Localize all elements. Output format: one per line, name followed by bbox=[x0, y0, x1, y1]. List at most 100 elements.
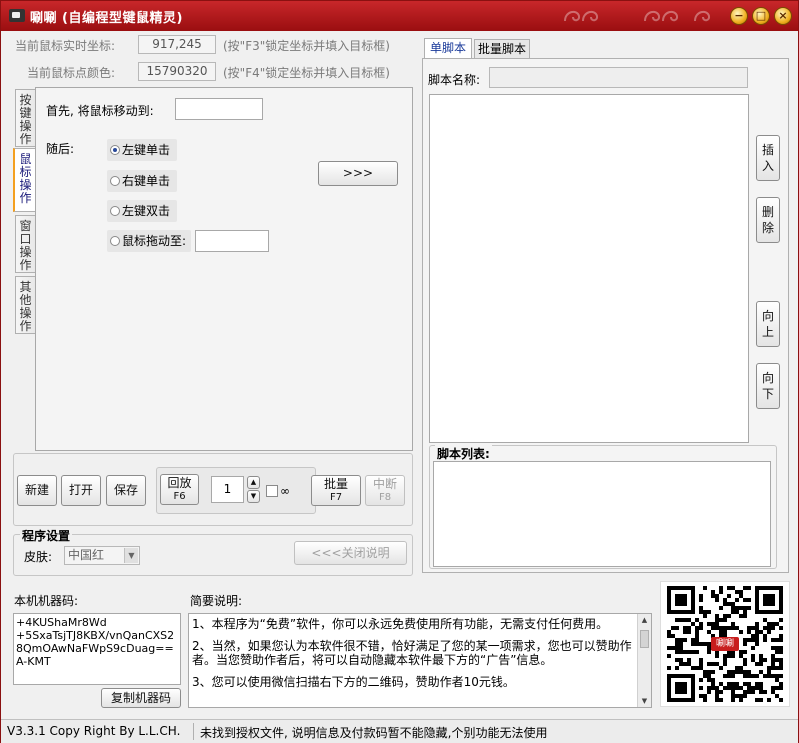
app-icon bbox=[9, 9, 25, 22]
open-button[interactable]: 打开 bbox=[61, 475, 101, 506]
stop-button[interactable]: 中断 F8 bbox=[365, 475, 405, 506]
move-down-char: 向 bbox=[761, 371, 774, 385]
note-line-2: 2、当然，如果您认为本软件很不错，恰好满足了您的某一项需求，您也可以赞助作者。当… bbox=[192, 639, 632, 667]
drag-to-input[interactable] bbox=[195, 230, 269, 252]
script-panel: 脚本名称: 插 入 删 除 向 上 向 下 脚本列表: bbox=[422, 58, 789, 573]
radio-left-click[interactable]: 左键单击 bbox=[107, 139, 177, 161]
infinite-label: ∞ bbox=[280, 484, 290, 498]
mouse-pos-field: 917,245 bbox=[138, 35, 216, 54]
then-label: 随后: bbox=[46, 142, 75, 156]
radio-label: 左键双击 bbox=[122, 204, 171, 218]
scroll-down-icon[interactable]: ▼ bbox=[638, 695, 651, 707]
delete-char: 删 bbox=[761, 205, 774, 219]
replay-label: 回放 bbox=[167, 476, 192, 490]
tab-mouse-ops[interactable]: 鼠 标 操 作 bbox=[13, 148, 36, 212]
minimize-icon[interactable]: − bbox=[730, 7, 748, 25]
decor-swirl-icon bbox=[564, 10, 599, 22]
delete-button[interactable]: 删 除 bbox=[756, 197, 780, 243]
skin-label: 皮肤: bbox=[24, 550, 53, 564]
script-list[interactable] bbox=[433, 461, 771, 567]
script-list-group: 脚本列表: bbox=[429, 445, 777, 569]
radio-selected-icon bbox=[110, 145, 120, 155]
new-button[interactable]: 新建 bbox=[17, 475, 57, 506]
radio-label: 右键单击 bbox=[122, 174, 171, 188]
mouse-color-label: 当前鼠标点颜色: bbox=[27, 66, 116, 80]
maximize-icon[interactable]: □ bbox=[752, 7, 770, 25]
script-list-label: 脚本列表: bbox=[435, 445, 492, 462]
tab-char: 作 bbox=[19, 258, 32, 272]
repeat-count-input[interactable]: 1 bbox=[211, 476, 244, 503]
radio-empty-icon bbox=[110, 236, 120, 246]
tab-other-ops[interactable]: 其 他 操 作 bbox=[15, 276, 35, 334]
radio-double-click[interactable]: 左键双击 bbox=[107, 200, 177, 222]
spin-down-icon[interactable]: ▼ bbox=[247, 490, 260, 503]
tab-char: 作 bbox=[19, 191, 32, 205]
status-message: 未找到授权文件, 说明信息及付款码暂不能隐藏,个别功能无法使用 bbox=[200, 726, 548, 740]
radio-right-click[interactable]: 右键单击 bbox=[107, 170, 177, 192]
mouse-ops-panel: 首先, 将鼠标移动到: 随后: 左键单击 右键单击 左键双击 鼠标拖动至: >>… bbox=[35, 87, 413, 451]
infinite-checkbox[interactable] bbox=[266, 485, 278, 497]
status-bar: V3.3.1 Copy Right By L.L.CH. 未找到授权文件, 说明… bbox=[1, 719, 798, 743]
insert-button[interactable]: 插 入 bbox=[756, 135, 780, 181]
delete-char: 除 bbox=[761, 221, 774, 235]
move-to-input[interactable] bbox=[175, 98, 263, 120]
decor-swirl-icon bbox=[694, 10, 711, 22]
move-up-char: 向 bbox=[761, 309, 774, 323]
close-icon[interactable]: × bbox=[774, 7, 792, 25]
notes-box[interactable]: 1、本程序为“免费”软件，你可以永远免费使用所有功能，无需支付任何费用。 2、当… bbox=[188, 613, 652, 708]
scroll-up-icon[interactable]: ▲ bbox=[638, 614, 651, 626]
machine-code-label: 本机机器码: bbox=[14, 594, 79, 608]
tab-key-ops[interactable]: 按 键 操 作 bbox=[15, 89, 35, 147]
skin-value: 中国红 bbox=[68, 548, 105, 562]
settings-title: 程序设置 bbox=[20, 527, 73, 544]
skin-select[interactable]: 中国红 ▼ bbox=[64, 546, 140, 565]
script-name-input[interactable] bbox=[489, 67, 748, 88]
mouse-color-field: 15790320 bbox=[138, 62, 216, 81]
add-step-button[interactable]: >>> bbox=[318, 161, 398, 186]
notes-label: 简要说明: bbox=[190, 594, 243, 608]
insert-char: 插 bbox=[761, 143, 774, 157]
status-divider bbox=[193, 723, 194, 740]
move-up-char: 上 bbox=[761, 325, 774, 339]
status-version: V3.3.1 Copy Right By L.L.CH. bbox=[7, 724, 181, 738]
copy-machine-code-button[interactable]: 复制机器码 bbox=[101, 688, 181, 708]
mouse-color-hint: (按"F4"锁定坐标并填入目标框) bbox=[223, 66, 390, 80]
donation-qr-code: 唰唰 bbox=[660, 581, 790, 707]
replay-key-label: F6 bbox=[173, 491, 186, 502]
replay-group: 回放 F6 1 ▲ ▼ ∞ bbox=[156, 467, 316, 514]
qr-center-badge: 唰唰 bbox=[711, 637, 739, 651]
radio-empty-icon bbox=[110, 176, 120, 186]
move-down-char: 下 bbox=[761, 387, 774, 401]
save-button[interactable]: 保存 bbox=[106, 475, 146, 506]
move-down-button[interactable]: 向 下 bbox=[756, 363, 780, 409]
radio-label: 左键单击 bbox=[122, 143, 171, 157]
stop-label: 中断 bbox=[372, 477, 397, 491]
move-to-label: 首先, 将鼠标移动到: bbox=[46, 104, 154, 118]
notes-scrollbar[interactable]: ▲ ▼ bbox=[637, 614, 651, 707]
settings-group: 程序设置 皮肤: 中国红 ▼ <<<关闭说明 bbox=[13, 527, 413, 576]
replay-button[interactable]: 回放 F6 bbox=[160, 474, 199, 505]
note-line-3: 3、您可以使用微信扫描右下方的二维码，赞助作者10元钱。 bbox=[192, 675, 515, 689]
spin-up-icon[interactable]: ▲ bbox=[247, 476, 260, 489]
toolbar-panel: 新建 打开 保存 回放 F6 1 ▲ ▼ ∞ 批量 F7 中断 F8 bbox=[13, 453, 413, 526]
note-line-1: 1、本程序为“免费”软件，你可以永远免费使用所有功能，无需支付任何费用。 bbox=[192, 617, 609, 631]
tab-char: 作 bbox=[19, 319, 32, 333]
close-help-button[interactable]: <<<关闭说明 bbox=[294, 541, 407, 565]
tab-window-ops[interactable]: 窗 口 操 作 bbox=[15, 215, 35, 273]
tab-char: 作 bbox=[19, 132, 32, 146]
radio-drag-to[interactable]: 鼠标拖动至: bbox=[107, 230, 191, 252]
move-up-button[interactable]: 向 上 bbox=[756, 301, 780, 347]
chevron-down-icon: ▼ bbox=[124, 548, 138, 563]
app-window: 唰唰 (自编程型键鼠精灵) − □ × 当前鼠标实时坐标: 917,245 (按… bbox=[0, 0, 799, 743]
batch-key-label: F7 bbox=[329, 492, 343, 503]
scroll-thumb[interactable] bbox=[640, 630, 649, 648]
script-editor[interactable] bbox=[429, 94, 749, 443]
title-bar[interactable]: 唰唰 (自编程型键鼠精灵) − □ × bbox=[1, 1, 798, 31]
machine-code-box[interactable]: +4KUShaMr8Wd +5SxaTsjTJ8KBX/vnQanCXS28Qm… bbox=[13, 613, 181, 685]
mouse-pos-hint: (按"F3"锁定坐标并填入目标框) bbox=[223, 39, 390, 53]
tab-batch-script[interactable]: 批量脚本 bbox=[474, 39, 530, 59]
mouse-pos-label: 当前鼠标实时坐标: bbox=[15, 39, 116, 53]
window-title: 唰唰 (自编程型键鼠精灵) bbox=[30, 11, 183, 26]
batch-button[interactable]: 批量 F7 bbox=[311, 475, 361, 506]
tab-single-script[interactable]: 单脚本 bbox=[424, 38, 472, 59]
